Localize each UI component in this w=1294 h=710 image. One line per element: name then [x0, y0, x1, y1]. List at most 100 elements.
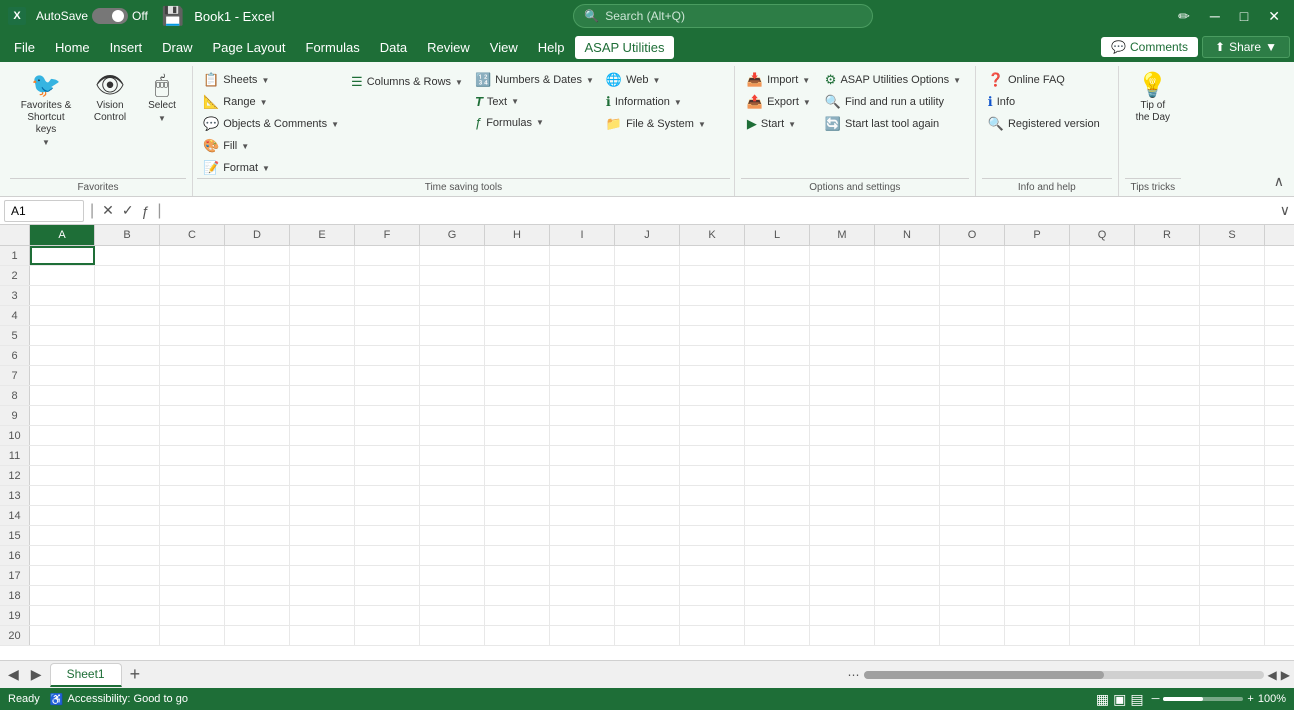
col-header-G[interactable]: G [420, 225, 485, 245]
cell-B1[interactable] [95, 246, 160, 265]
cell-R19[interactable] [1135, 606, 1200, 625]
cell-I12[interactable] [550, 466, 615, 485]
cell-S15[interactable] [1200, 526, 1265, 545]
close-btn[interactable]: ✕ [1262, 6, 1286, 27]
cell-G11[interactable] [420, 446, 485, 465]
cell-L13[interactable] [745, 486, 810, 505]
cell-M15[interactable] [810, 526, 875, 545]
tip-of-day-btn[interactable]: 💡 Tip ofthe Day [1125, 70, 1181, 128]
cell-N1[interactable] [875, 246, 940, 265]
cell-R5[interactable] [1135, 326, 1200, 345]
cell-A2[interactable] [30, 266, 95, 285]
cell-H19[interactable] [485, 606, 550, 625]
cell-C12[interactable] [160, 466, 225, 485]
cell-I9[interactable] [550, 406, 615, 425]
cell-A3[interactable] [30, 286, 95, 305]
row-header-8[interactable]: 8 [0, 386, 30, 405]
cell-S13[interactable] [1200, 486, 1265, 505]
formula-confirm-icon[interactable]: ✓ [120, 200, 136, 221]
cell-B17[interactable] [95, 566, 160, 585]
cell-J17[interactable] [615, 566, 680, 585]
menu-review[interactable]: Review [417, 36, 480, 59]
cell-C10[interactable] [160, 426, 225, 445]
cell-M20[interactable] [810, 626, 875, 645]
cell-M8[interactable] [810, 386, 875, 405]
row-header-3[interactable]: 3 [0, 286, 30, 305]
cell-L9[interactable] [745, 406, 810, 425]
cell-D13[interactable] [225, 486, 290, 505]
cell-D16[interactable] [225, 546, 290, 565]
start-last-btn[interactable]: 🔄 Start last tool again [819, 114, 969, 134]
cell-A19[interactable] [30, 606, 95, 625]
cell-R20[interactable] [1135, 626, 1200, 645]
cell-F19[interactable] [355, 606, 420, 625]
cell-O17[interactable] [940, 566, 1005, 585]
cell-F7[interactable] [355, 366, 420, 385]
menu-insert[interactable]: Insert [100, 36, 153, 59]
cell-N6[interactable] [875, 346, 940, 365]
cell-R3[interactable] [1135, 286, 1200, 305]
cell-R16[interactable] [1135, 546, 1200, 565]
cell-P13[interactable] [1005, 486, 1070, 505]
cell-H1[interactable] [485, 246, 550, 265]
cell-O9[interactable] [940, 406, 1005, 425]
cell-G17[interactable] [420, 566, 485, 585]
cell-K14[interactable] [680, 506, 745, 525]
cell-P15[interactable] [1005, 526, 1070, 545]
cell-J10[interactable] [615, 426, 680, 445]
cell-K20[interactable] [680, 626, 745, 645]
cell-R13[interactable] [1135, 486, 1200, 505]
cell-M7[interactable] [810, 366, 875, 385]
cell-F13[interactable] [355, 486, 420, 505]
import-btn[interactable]: 📥 Import ▼ [741, 70, 817, 90]
cell-G9[interactable] [420, 406, 485, 425]
cell-B7[interactable] [95, 366, 160, 385]
range-btn[interactable]: 📐 Range ▼ [197, 92, 345, 112]
col-header-F[interactable]: F [355, 225, 420, 245]
cell-R7[interactable] [1135, 366, 1200, 385]
cell-M4[interactable] [810, 306, 875, 325]
cell-K17[interactable] [680, 566, 745, 585]
cell-C7[interactable] [160, 366, 225, 385]
cell-N3[interactable] [875, 286, 940, 305]
row-header-1[interactable]: 1 [0, 246, 30, 265]
cell-A5[interactable] [30, 326, 95, 345]
cell-K18[interactable] [680, 586, 745, 605]
cell-B2[interactable] [95, 266, 160, 285]
cell-D6[interactable] [225, 346, 290, 365]
cell-D14[interactable] [225, 506, 290, 525]
menu-view[interactable]: View [480, 36, 528, 59]
cell-Q3[interactable] [1070, 286, 1135, 305]
row-header-2[interactable]: 2 [0, 266, 30, 285]
cell-R8[interactable] [1135, 386, 1200, 405]
cell-L7[interactable] [745, 366, 810, 385]
cell-B5[interactable] [95, 326, 160, 345]
cell-P17[interactable] [1005, 566, 1070, 585]
numbers-dates-btn[interactable]: 🔢 Numbers & Dates ▼ [469, 70, 600, 90]
cell-H17[interactable] [485, 566, 550, 585]
cell-F1[interactable] [355, 246, 420, 265]
col-header-S[interactable]: S [1200, 225, 1265, 245]
cell-Q18[interactable] [1070, 586, 1135, 605]
cell-F10[interactable] [355, 426, 420, 445]
cell-S4[interactable] [1200, 306, 1265, 325]
cell-P16[interactable] [1005, 546, 1070, 565]
cell-L5[interactable] [745, 326, 810, 345]
cell-I8[interactable] [550, 386, 615, 405]
cell-D15[interactable] [225, 526, 290, 545]
cell-S12[interactable] [1200, 466, 1265, 485]
cell-N19[interactable] [875, 606, 940, 625]
cell-S3[interactable] [1200, 286, 1265, 305]
cell-B9[interactable] [95, 406, 160, 425]
cell-B10[interactable] [95, 426, 160, 445]
row-header-12[interactable]: 12 [0, 466, 30, 485]
cell-R12[interactable] [1135, 466, 1200, 485]
cell-S11[interactable] [1200, 446, 1265, 465]
cell-P5[interactable] [1005, 326, 1070, 345]
cell-Q5[interactable] [1070, 326, 1135, 345]
select-btn[interactable]: 🖱 Select ▼ [138, 70, 186, 127]
cell-I7[interactable] [550, 366, 615, 385]
cell-H5[interactable] [485, 326, 550, 345]
cell-D8[interactable] [225, 386, 290, 405]
restore-btn[interactable]: □ [1234, 6, 1254, 26]
